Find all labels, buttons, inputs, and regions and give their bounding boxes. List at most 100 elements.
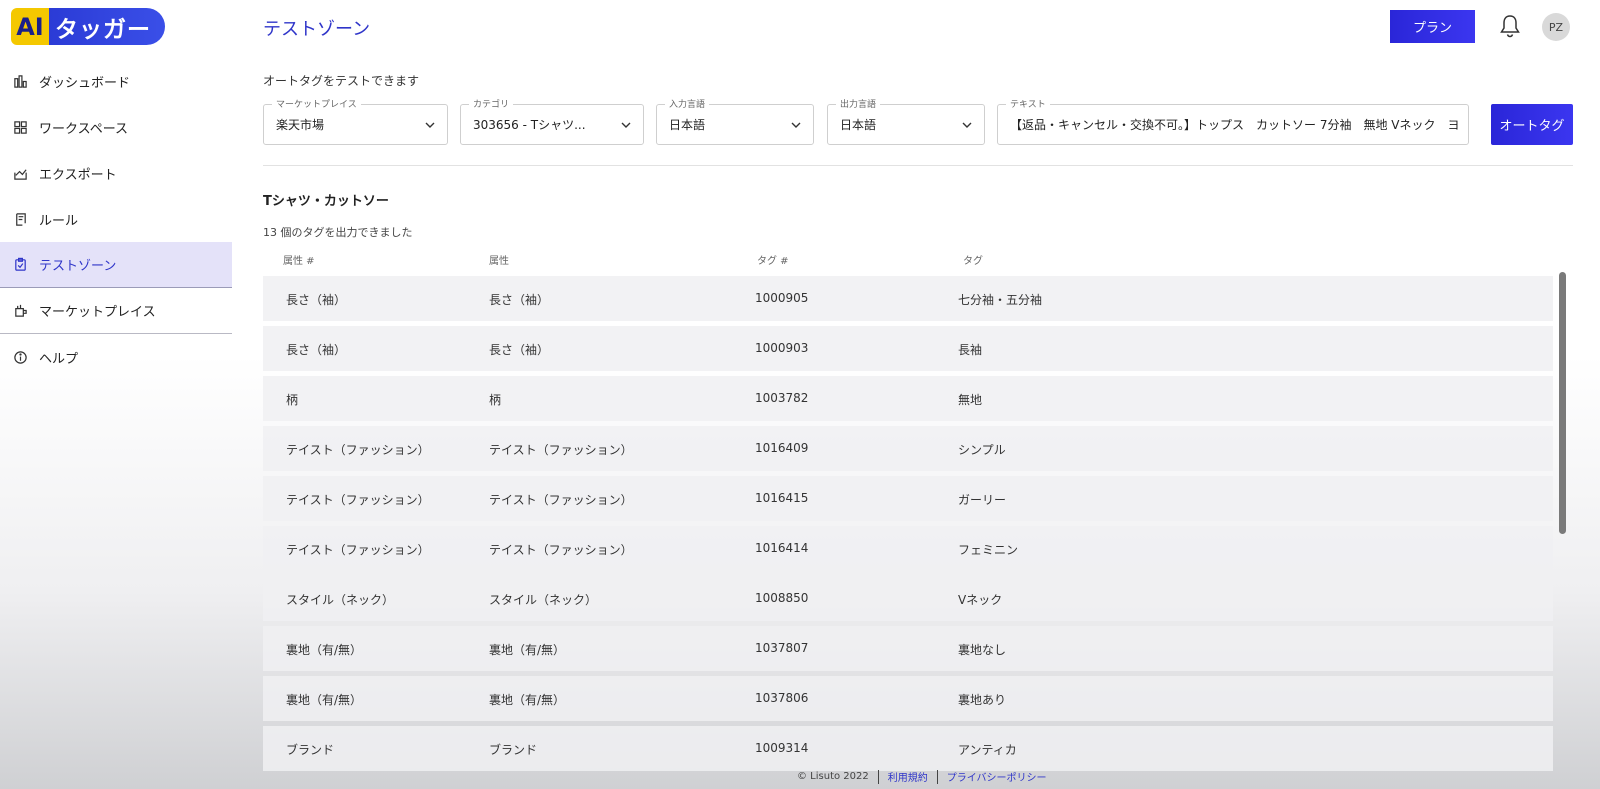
column-header-tag: タグ [963,256,983,267]
table-row: スタイル（ネック） スタイル（ネック） 1008850 Vネック [263,576,1553,621]
cell-attribute: 裏地（有/無） [489,643,566,657]
table-row: 柄 柄 1003782 無地 [263,376,1553,421]
clipboard-check-icon [12,257,28,273]
document-icon [12,211,28,227]
cell-attribute-id: テイスト（ファッション） [286,543,430,557]
table-row: 裏地（有/無） 裏地（有/無） 1037807 裏地なし [263,626,1553,671]
cell-tag-id: 1009314 [755,741,809,755]
sidebar-item-workspace[interactable]: ワークスペース [0,104,232,150]
cell-tag: 裏地なし [958,643,1007,657]
cell-attribute-id: テイスト（ファッション） [286,493,430,507]
page-title: テストゾーン [263,19,371,40]
table-row: 長さ（袖） 長さ（袖） 1000903 長袖 [263,326,1553,371]
store-icon [12,303,28,319]
cell-tag-id: 1016415 [755,491,809,505]
divider [263,165,1573,166]
chevron-down-icon [621,122,631,128]
cell-attribute: 柄 [489,393,502,407]
table-scrollbar[interactable] [1559,272,1566,534]
cell-attribute-id: スタイル（ネック） [286,593,395,607]
cell-attribute: テイスト（ファッション） [489,493,633,507]
category-title: Tシャツ・カットソー [263,194,389,209]
cell-tag: 無地 [958,393,983,407]
column-header-attribute-id: 属性 # [283,256,315,267]
cell-attribute-id: 長さ（袖） [286,343,347,357]
page-subtitle: オートタグをテストできます [263,74,420,88]
sidebar-item-label: マーケットプレイス [39,305,156,320]
chevron-down-icon [791,122,801,128]
avatar[interactable]: PZ [1542,13,1570,41]
sidebar-item-label: エクスポート [39,167,117,183]
cell-tag-id: 1008850 [755,591,809,605]
bar-chart-icon [12,73,28,89]
autotag-button[interactable]: オートタグ [1491,104,1573,145]
cell-attribute-id: ブランド [286,743,335,757]
sidebar-item-help[interactable]: ヘルプ [0,334,232,380]
column-header-tag-id: タグ # [757,256,789,267]
category-select[interactable]: カテゴリ 303656 - Tシャツ... [460,97,644,145]
cell-attribute: テイスト（ファッション） [489,443,633,457]
cell-attribute-id: 裏地（有/無） [286,643,363,657]
text-input[interactable]: テキスト 【返品・キャンセル・交換不可。】トップス カットソー 7分袖 無地 V… [997,97,1469,145]
cell-tag: ガーリー [958,493,1007,507]
cell-attribute: スタイル（ネック） [489,593,598,607]
cell-attribute: ブランド [489,743,538,757]
chevron-down-icon [425,122,435,128]
field-label: カテゴリ [469,97,514,110]
sidebar-item-export[interactable]: エクスポート [0,150,232,196]
cell-tag: シンプル [958,443,1006,457]
sidebar-item-label: ダッシュボード [39,75,131,91]
table-row: テイスト（ファッション） テイスト（ファッション） 1016414 フェミニン [263,526,1553,571]
terms-link[interactable]: 利用規約 [888,769,928,784]
table-row: テイスト（ファッション） テイスト（ファッション） 1016415 ガーリー [263,476,1553,521]
logo[interactable]: AI タッガー [11,8,165,45]
input-language-select[interactable]: 入力言語 日本語 [656,97,814,145]
results-table: 長さ（袖） 長さ（袖） 1000905 七分袖・五分袖 長さ（袖） 長さ（袖） … [263,276,1553,776]
table-header: 属性 # 属性 タグ # タグ [263,252,1553,268]
field-label: 出力言語 [836,97,881,110]
cell-tag: フェミニン [958,543,1019,557]
sidebar-item-testzone[interactable]: テストゾーン [0,242,232,288]
sidebar-item-label: ヘルプ [39,351,79,367]
field-label: マーケットプレイス [272,97,361,110]
copyright: © Lisuto 2022 [797,771,869,782]
logo-text: タッガー [49,8,165,45]
sidebar-item-rules[interactable]: ルール [0,196,232,242]
sidebar-item-dashboard[interactable]: ダッシュボード [0,58,232,104]
table-row: 長さ（袖） 長さ（袖） 1000905 七分袖・五分袖 [263,276,1553,321]
cell-tag-id: 1037806 [755,691,809,705]
chevron-down-icon [962,122,972,128]
cell-tag-id: 1016409 [755,441,809,455]
cell-attribute-id: 裏地（有/無） [286,693,363,707]
footer-divider [877,769,879,784]
field-value: 303656 - Tシャツ... [473,118,586,132]
cell-attribute: 長さ（袖） [489,343,550,357]
notification-bell-icon[interactable] [1498,13,1522,39]
sidebar-nav: ダッシュボード ワークスペース エクスポート ルール テストゾーン マーケットプ… [0,58,232,380]
table-row: ブランド ブランド 1009314 アンティカ [263,726,1553,771]
output-language-select[interactable]: 出力言語 日本語 [827,97,985,145]
sidebar-item-marketplace[interactable]: マーケットプレイス [0,288,232,334]
info-icon [12,349,28,365]
cell-tag: 七分袖・五分袖 [958,293,1043,307]
cell-tag: 裏地あり [958,693,1007,707]
sidebar-item-label: ワークスペース [39,121,129,137]
cell-attribute: 長さ（袖） [489,293,550,307]
footer: © Lisuto 2022 利用規約 プライバシーポリシー [797,769,1047,784]
cell-attribute: 裏地（有/無） [489,693,566,707]
cell-tag: 長袖 [958,343,983,357]
footer-divider [936,769,938,784]
field-value: 日本語 [840,118,877,132]
marketplace-select[interactable]: マーケットプレイス 楽天市場 [263,97,448,145]
plan-button[interactable]: プラン [1390,10,1475,43]
cell-tag-id: 1000903 [755,341,809,355]
cell-tag: Vネック [958,593,1003,607]
sidebar-item-label: ルール [39,213,79,229]
column-header-attribute: 属性 [489,256,509,267]
field-value: 楽天市場 [276,118,325,132]
app-root: AI タッガー ダッシュボード ワークスペース エクスポート ルール テストゾー… [0,0,1600,789]
cell-tag-id: 1037807 [755,641,809,655]
cell-attribute-id: 柄 [286,393,299,407]
cell-attribute-id: 長さ（袖） [286,293,347,307]
privacy-link[interactable]: プライバシーポリシー [947,769,1047,784]
